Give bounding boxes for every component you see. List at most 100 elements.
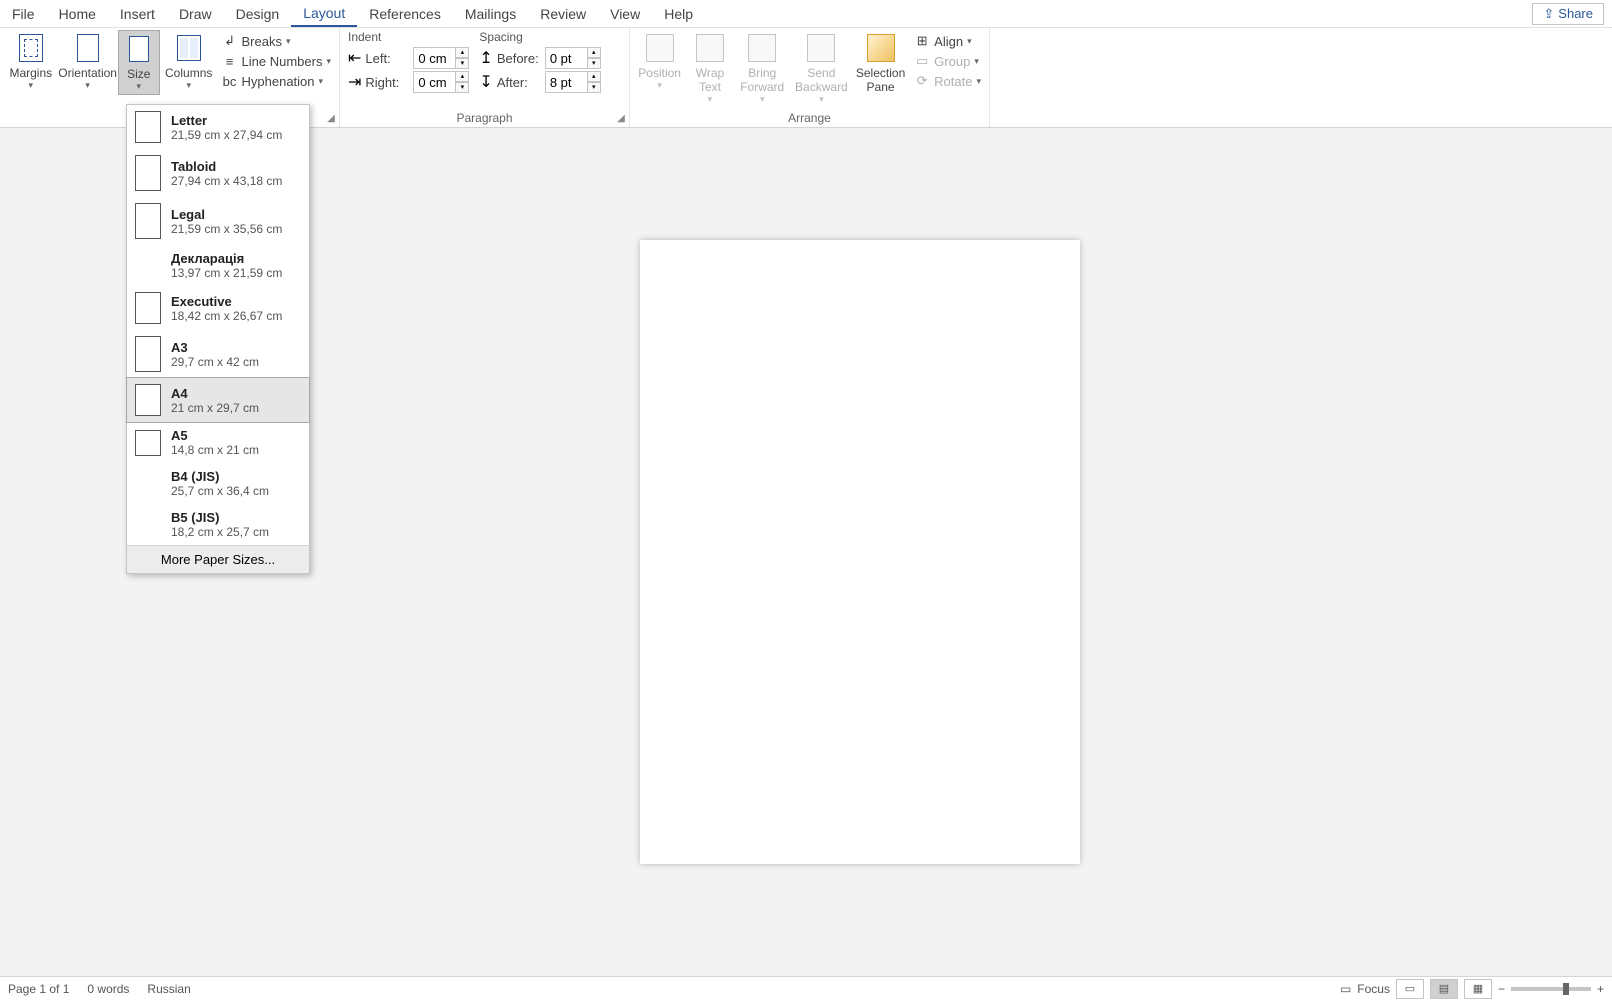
margins-button[interactable]: Margins ▾ (4, 30, 58, 93)
status-bar: Page 1 of 1 0 words Russian ▭ Focus ▭ ▤ … (0, 976, 1612, 1000)
size-option-dim: 18,42 cm x 26,67 cm (171, 309, 282, 323)
size-option-name: Executive (171, 294, 282, 309)
page-icon (135, 430, 161, 456)
size-option-name: B5 (JIS) (171, 510, 269, 525)
rotate-button: ⟳ Rotate ▾ (910, 72, 985, 90)
focus-icon: ▭ (1340, 982, 1351, 996)
print-layout-button[interactable]: ▤ (1430, 979, 1458, 999)
selection-pane-label: Selection Pane (855, 66, 906, 94)
status-page[interactable]: Page 1 of 1 (8, 982, 69, 996)
menu-draw[interactable]: Draw (167, 2, 224, 26)
paragraph-group-label: Paragraph (456, 111, 512, 125)
web-layout-button[interactable]: ▦ (1464, 979, 1492, 999)
size-option-b4[interactable]: B4 (JIS) 25,7 cm x 36,4 cm (127, 463, 309, 504)
zoom-slider[interactable] (1511, 987, 1591, 991)
chevron-down-icon: ▾ (136, 81, 141, 92)
size-option-b5[interactable]: B5 (JIS) 18,2 cm x 25,7 cm (127, 504, 309, 545)
indent-right-spinner[interactable]: ▴▾ (455, 71, 469, 93)
orientation-button[interactable]: Orientation ▾ (60, 30, 116, 93)
chevron-down-icon: ▾ (326, 56, 331, 67)
bring-forward-button: Bring Forward ▾ (735, 30, 790, 107)
menu-help[interactable]: Help (652, 2, 705, 26)
menu-insert[interactable]: Insert (108, 2, 167, 26)
size-option-a3[interactable]: A3 29,7 cm x 42 cm (127, 330, 309, 378)
document-page[interactable] (640, 240, 1080, 864)
size-option-letter[interactable]: Letter 21,59 cm x 27,94 cm (127, 105, 309, 149)
size-option-a4[interactable]: A4 21 cm x 29,7 cm (126, 377, 310, 423)
breaks-icon: ↲ (222, 33, 238, 49)
zoom-thumb[interactable] (1563, 983, 1569, 995)
size-option-dim: 21,59 cm x 27,94 cm (171, 128, 282, 142)
spacing-after-label: After: (497, 75, 541, 90)
size-label: Size (127, 67, 150, 81)
size-dropdown: Letter 21,59 cm x 27,94 cm Tabloid 27,94… (126, 104, 310, 574)
zoom-out-button[interactable]: − (1498, 982, 1505, 996)
send-backward-label: Send Backward (794, 66, 849, 94)
size-option-declaration[interactable]: Декларація 13,97 cm x 21,59 cm (127, 245, 309, 286)
size-option-dim: 13,97 cm x 21,59 cm (171, 266, 282, 280)
breaks-button[interactable]: ↲ Breaks ▾ (218, 32, 335, 50)
align-button[interactable]: ⊞ Align ▾ (910, 32, 985, 50)
status-words[interactable]: 0 words (87, 982, 129, 996)
line-numbers-button[interactable]: ≡ Line Numbers ▾ (218, 52, 335, 70)
focus-button[interactable]: Focus (1357, 982, 1390, 996)
selection-pane-button[interactable]: Selection Pane (853, 30, 908, 96)
menu-view[interactable]: View (598, 2, 652, 26)
size-option-dim: 21,59 cm x 35,56 cm (171, 222, 282, 236)
spacing-before-spinner[interactable]: ▴▾ (587, 47, 601, 69)
size-option-name: A5 (171, 428, 259, 443)
size-option-executive[interactable]: Executive 18,42 cm x 26,67 cm (127, 286, 309, 330)
more-paper-sizes-button[interactable]: More Paper Sizes... (127, 546, 309, 573)
status-language[interactable]: Russian (147, 982, 190, 996)
columns-icon (177, 35, 201, 61)
selection-pane-icon (867, 34, 895, 62)
spacing-after-spinner[interactable]: ▴▾ (587, 71, 601, 93)
page-icon (135, 384, 161, 416)
menu-review[interactable]: Review (528, 2, 598, 26)
menu-home[interactable]: Home (47, 2, 108, 26)
columns-label: Columns (165, 66, 212, 80)
orientation-icon (77, 34, 99, 62)
page-icon (135, 336, 161, 372)
size-icon (129, 36, 149, 62)
chevron-down-icon: ▾ (657, 80, 662, 91)
chevron-down-icon: ▾ (286, 36, 291, 47)
page-setup-launcher[interactable]: ◢ (325, 113, 337, 125)
wrap-text-button: Wrap Text ▾ (687, 30, 732, 107)
size-option-name: Декларація (171, 251, 282, 266)
hyphenation-button[interactable]: bc Hyphenation ▾ (218, 72, 335, 90)
indent-header: Indent (344, 30, 473, 46)
menu-mailings[interactable]: Mailings (453, 2, 528, 26)
menu-design[interactable]: Design (224, 2, 292, 26)
share-icon: ⇪ (1543, 6, 1554, 22)
hyphenation-icon: bc (222, 73, 238, 89)
size-option-legal[interactable]: Legal 21,59 cm x 35,56 cm (127, 197, 309, 245)
menu-file[interactable]: File (0, 2, 47, 26)
wrap-text-icon (696, 34, 724, 62)
columns-button[interactable]: Columns ▾ (162, 30, 216, 93)
size-option-tabloid[interactable]: Tabloid 27,94 cm x 43,18 cm (127, 149, 309, 197)
align-label: Align (934, 34, 963, 49)
paragraph-launcher[interactable]: ◢ (615, 113, 627, 125)
chevron-down-icon: ▾ (819, 94, 824, 105)
menu-references[interactable]: References (357, 2, 453, 26)
size-option-a5[interactable]: A5 14,8 cm x 21 cm (127, 422, 309, 463)
orientation-label: Orientation (58, 66, 117, 80)
size-option-dim: 25,7 cm x 36,4 cm (171, 484, 269, 498)
line-numbers-label: Line Numbers (242, 54, 323, 69)
read-mode-button[interactable]: ▭ (1396, 979, 1424, 999)
zoom-in-button[interactable]: + (1597, 982, 1604, 996)
rotate-icon: ⟳ (914, 73, 930, 89)
breaks-label: Breaks (242, 34, 282, 49)
position-label: Position (638, 66, 681, 80)
indent-left-spinner[interactable]: ▴▾ (455, 47, 469, 69)
size-button[interactable]: Size ▾ (118, 30, 160, 95)
chevron-down-icon: ▾ (85, 80, 90, 91)
share-button[interactable]: ⇪ Share (1532, 3, 1604, 25)
menu-layout[interactable]: Layout (291, 1, 357, 27)
send-backward-icon (807, 34, 835, 62)
page-icon (135, 292, 161, 324)
indent-right-label: Right: (365, 75, 409, 90)
line-numbers-icon: ≡ (222, 53, 238, 69)
chevron-down-icon: ▾ (760, 94, 765, 105)
